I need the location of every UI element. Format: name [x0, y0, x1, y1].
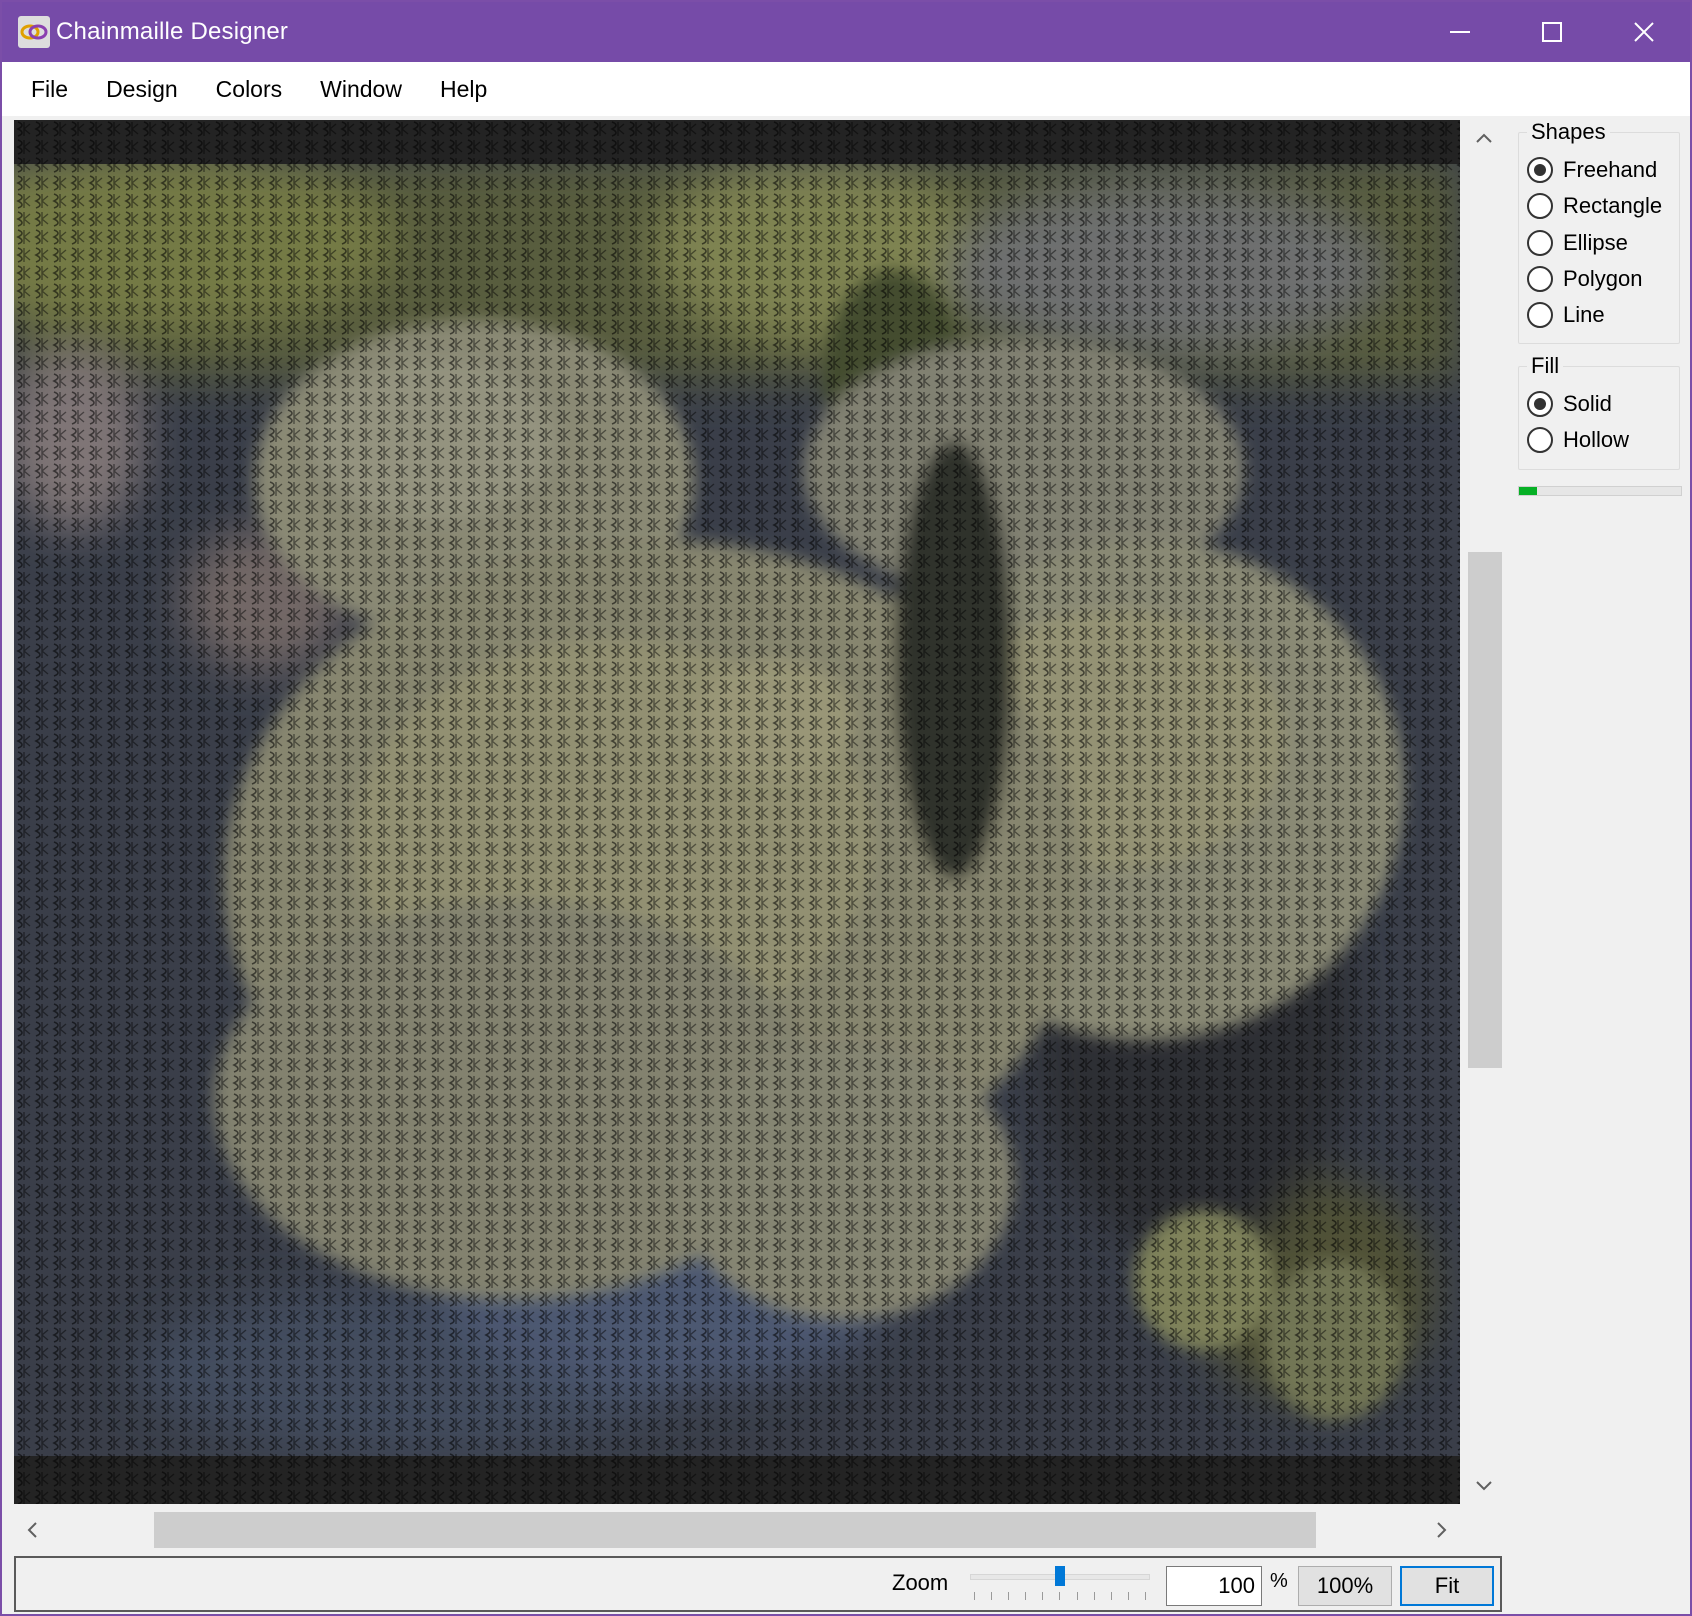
horizontal-scrollbar[interactable]: [14, 1510, 1460, 1550]
radio-selected-icon: [1527, 157, 1553, 183]
window-controls: [1414, 2, 1690, 62]
shape-polygon-radio[interactable]: Polygon: [1527, 264, 1643, 294]
scroll-down-button[interactable]: [1466, 1468, 1502, 1504]
menu-bar: File Design Colors Window Help: [2, 62, 1690, 116]
fill-group-title: Fill: [1527, 353, 1564, 379]
progress-bar: [1518, 486, 1682, 496]
shape-ellipse-label: Ellipse: [1563, 230, 1628, 255]
fill-solid-label: Solid: [1563, 391, 1612, 416]
close-button[interactable]: [1598, 2, 1690, 62]
chainmaille-logo-icon: [18, 16, 50, 48]
chevron-left-icon: [27, 1522, 37, 1538]
shape-ellipse-radio[interactable]: Ellipse: [1527, 228, 1628, 258]
zoom-100-button[interactable]: 100%: [1298, 1566, 1392, 1606]
client-area: Shapes Freehand Rectangle Ellipse Polygo…: [2, 116, 1690, 1614]
app-window: Chainmaille Designer File Design Colors …: [0, 0, 1692, 1616]
scroll-right-button[interactable]: [1424, 1510, 1460, 1550]
shape-line-radio[interactable]: Line: [1527, 300, 1605, 330]
shape-rectangle-radio[interactable]: Rectangle: [1527, 191, 1662, 221]
vertical-scroll-thumb[interactable]: [1468, 552, 1502, 1068]
shape-freehand-label: Freehand: [1563, 157, 1658, 182]
menu-window[interactable]: Window: [301, 62, 421, 116]
zoom-percent-sign: %: [1270, 1570, 1288, 1592]
fill-hollow-radio[interactable]: Hollow: [1527, 425, 1629, 455]
menu-colors[interactable]: Colors: [197, 62, 301, 116]
radio-unselected-icon: [1527, 230, 1553, 256]
maximize-icon: [1542, 22, 1562, 42]
minimize-icon: [1450, 31, 1470, 33]
chevron-right-icon: [1437, 1522, 1447, 1538]
chevron-down-icon: [1476, 1481, 1492, 1491]
zoom-input[interactable]: [1166, 1566, 1262, 1606]
shape-rectangle-label: Rectangle: [1563, 193, 1663, 218]
zoom-slider[interactable]: [970, 1564, 1150, 1606]
radio-unselected-icon: [1527, 193, 1553, 219]
window-title: Chainmaille Designer: [56, 18, 289, 45]
fill-group: Fill Solid Hollow: [1518, 353, 1680, 470]
shape-line-label: Line: [1563, 302, 1605, 327]
horizontal-scroll-thumb[interactable]: [154, 1512, 1316, 1548]
menu-design[interactable]: Design: [87, 62, 197, 116]
close-icon: [1634, 22, 1654, 42]
shapes-group-title: Shapes: [1527, 119, 1610, 145]
chainmaille-image: [14, 120, 1460, 1504]
shape-polygon-label: Polygon: [1563, 266, 1643, 291]
maximize-button[interactable]: [1506, 2, 1598, 62]
menu-file[interactable]: File: [12, 62, 87, 116]
vertical-scrollbar[interactable]: [1466, 120, 1502, 1504]
fill-solid-radio[interactable]: Solid: [1527, 389, 1612, 419]
scroll-up-button[interactable]: [1466, 120, 1502, 156]
minimize-button[interactable]: [1414, 2, 1506, 62]
menu-help[interactable]: Help: [421, 62, 506, 116]
design-canvas[interactable]: [14, 120, 1460, 1504]
radio-unselected-icon: [1527, 427, 1553, 453]
progress-fill: [1519, 487, 1537, 495]
zoom-label: Zoom: [892, 1570, 949, 1595]
radio-selected-icon: [1527, 391, 1553, 417]
chevron-up-icon: [1476, 133, 1492, 143]
shapes-group: Shapes Freehand Rectangle Ellipse Polygo…: [1518, 119, 1680, 344]
scroll-left-button[interactable]: [14, 1510, 50, 1550]
tool-panel: Shapes Freehand Rectangle Ellipse Polygo…: [1508, 116, 1688, 496]
zoom-slider-thumb[interactable]: [1055, 1566, 1065, 1586]
title-bar[interactable]: Chainmaille Designer: [2, 2, 1690, 62]
fill-hollow-label: Hollow: [1563, 427, 1630, 452]
radio-unselected-icon: [1527, 302, 1553, 328]
zoom-fit-button[interactable]: Fit: [1400, 1566, 1494, 1606]
status-bar: Zoom % 100% Fit: [14, 1556, 1502, 1612]
shape-freehand-radio[interactable]: Freehand: [1527, 155, 1657, 185]
radio-unselected-icon: [1527, 266, 1553, 292]
zoom-slider-ticks: [974, 1592, 1146, 1600]
